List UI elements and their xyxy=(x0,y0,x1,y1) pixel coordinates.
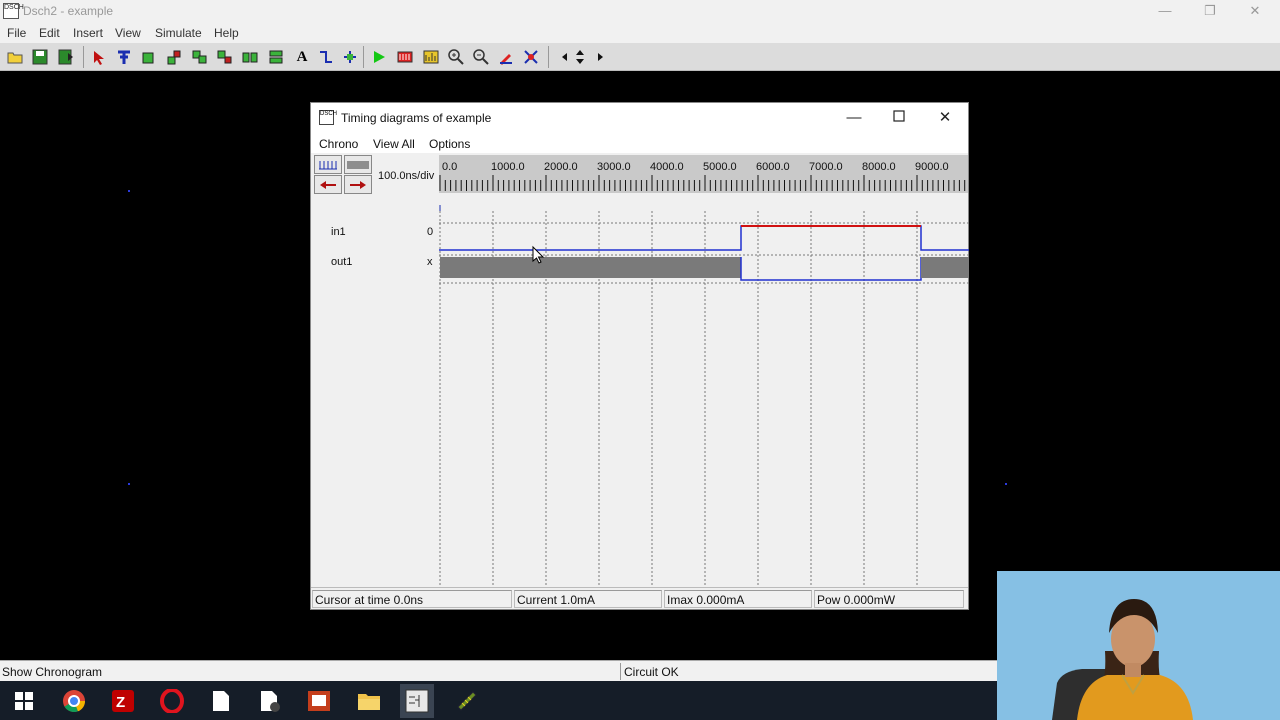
status-right: Circuit OK xyxy=(624,665,679,679)
scroll-arrows-icon[interactable] xyxy=(560,48,604,66)
scroll-right-button[interactable] xyxy=(344,175,372,194)
webcam-overlay xyxy=(997,571,1280,720)
timing-toolbar: 100.0ns/div 0.0 1000.0 2000.0 3000.0 400… xyxy=(311,153,968,195)
time-division-label: 100.0ns/div xyxy=(378,170,435,182)
menu-simulate[interactable]: Simulate xyxy=(155,26,202,40)
zoom-out-time-button[interactable] xyxy=(344,155,372,174)
out1-unknown-region-2 xyxy=(921,257,969,278)
main-toolbar: A xyxy=(0,43,1280,71)
svg-text:Z: Z xyxy=(116,694,125,711)
rotate-icon[interactable] xyxy=(216,48,234,66)
edit-icon[interactable] xyxy=(497,48,515,66)
timing-window-icon: DSCH xyxy=(319,110,337,125)
timing-status-bar: Cursor at time 0.0ns Current 1.0mA Imax … xyxy=(311,587,968,609)
save-as-icon[interactable] xyxy=(57,48,75,66)
menu-chrono[interactable]: Chrono xyxy=(319,137,358,151)
ruler-ticks xyxy=(439,175,966,191)
menu-options[interactable]: Options xyxy=(429,137,470,151)
chart-icon[interactable] xyxy=(422,48,440,66)
timing-window-title: Timing diagrams of example xyxy=(341,111,492,125)
text-icon[interactable]: A xyxy=(293,48,311,66)
app-icon: DSCH xyxy=(3,3,24,19)
windows-start-icon[interactable] xyxy=(12,689,36,713)
flip-icon[interactable] xyxy=(241,48,259,66)
timing-menu-bar: Chrono View All Options xyxy=(311,133,968,153)
wire-icon[interactable] xyxy=(115,48,133,66)
zoom-in-icon[interactable] xyxy=(447,48,465,66)
open-folder-icon[interactable] xyxy=(6,48,24,66)
restore-button[interactable]: ❐ xyxy=(1190,2,1230,20)
grid-dot xyxy=(128,190,130,192)
signal-value-out1: x xyxy=(427,256,433,268)
out1-waveform xyxy=(740,257,922,281)
filezilla-icon[interactable]: Z xyxy=(111,689,135,713)
menu-view[interactable]: View xyxy=(115,26,141,40)
contact-icon[interactable] xyxy=(341,48,359,66)
timing-minimize-button[interactable]: — xyxy=(839,108,869,128)
in1-waveform xyxy=(439,225,969,251)
status-bar: Show Chronogram Circuit OK xyxy=(0,660,997,681)
grid-dot xyxy=(1005,483,1007,485)
select-arrow-icon[interactable] xyxy=(90,48,108,66)
save-icon[interactable] xyxy=(31,48,49,66)
current-status: Current 1.0mA xyxy=(514,590,662,608)
move-icon[interactable] xyxy=(165,48,183,66)
duplicate-icon[interactable] xyxy=(267,48,285,66)
presenter-video xyxy=(997,571,1280,720)
timing-maximize-button[interactable] xyxy=(884,108,914,128)
signal-name-in1: in1 xyxy=(331,226,346,238)
menu-edit[interactable]: Edit xyxy=(39,26,60,40)
menu-file[interactable]: File xyxy=(7,26,26,40)
microwind-icon[interactable] xyxy=(455,689,479,713)
menu-view-all[interactable]: View All xyxy=(373,137,415,151)
signal-name-out1: out1 xyxy=(331,256,353,268)
simulate-play-icon[interactable] xyxy=(370,48,388,66)
opera-icon[interactable] xyxy=(160,689,184,713)
copy-icon[interactable] xyxy=(191,48,209,66)
component-icon[interactable] xyxy=(140,48,158,66)
time-ruler[interactable]: 0.0 1000.0 2000.0 3000.0 4000.0 5000.0 6… xyxy=(439,155,968,193)
timing-title-bar: DSCH Timing diagrams of example — ✕ xyxy=(311,103,968,133)
file-explorer-icon[interactable] xyxy=(357,689,381,713)
presentation-icon[interactable] xyxy=(307,689,331,713)
connect-icon[interactable] xyxy=(317,48,335,66)
menu-bar: File Edit Insert View Simulate Help xyxy=(0,23,1280,43)
minimize-button[interactable]: — xyxy=(1145,2,1185,20)
document-icon[interactable] xyxy=(258,689,282,713)
status-left: Show Chronogram xyxy=(2,665,103,679)
dsch-app-icon[interactable] xyxy=(400,684,434,718)
signal-value-in1: 0 xyxy=(427,226,434,238)
chrome-icon[interactable] xyxy=(62,689,86,713)
timing-close-button[interactable]: ✕ xyxy=(930,108,960,128)
zoom-in-time-button[interactable] xyxy=(314,155,342,174)
timing-diagram-window: DSCH Timing diagrams of example — ✕ Chro… xyxy=(310,102,969,610)
scroll-left-button[interactable] xyxy=(314,175,342,194)
waveform-plot xyxy=(439,205,969,587)
title-bar: DSCH Dsch2 - example — ❐ ✕ xyxy=(0,0,1280,23)
route-icon[interactable] xyxy=(522,48,540,66)
waveform-area[interactable]: in1 0 out1 x xyxy=(311,195,969,587)
zoom-out-icon[interactable] xyxy=(472,48,490,66)
grid-dot xyxy=(128,483,130,485)
out1-unknown-region-1 xyxy=(440,257,741,278)
timing-icon[interactable] xyxy=(396,48,414,66)
imax-status: Imax 0.000mA xyxy=(664,590,812,608)
power-status: Pow 0.000mW xyxy=(814,590,964,608)
file-icon[interactable] xyxy=(209,689,233,713)
close-button[interactable]: ✕ xyxy=(1235,2,1275,20)
window-title: Dsch2 - example xyxy=(23,4,114,18)
menu-insert[interactable]: Insert xyxy=(73,26,103,40)
cursor-time-status: Cursor at time 0.0ns xyxy=(312,590,512,608)
menu-help[interactable]: Help xyxy=(214,26,239,40)
